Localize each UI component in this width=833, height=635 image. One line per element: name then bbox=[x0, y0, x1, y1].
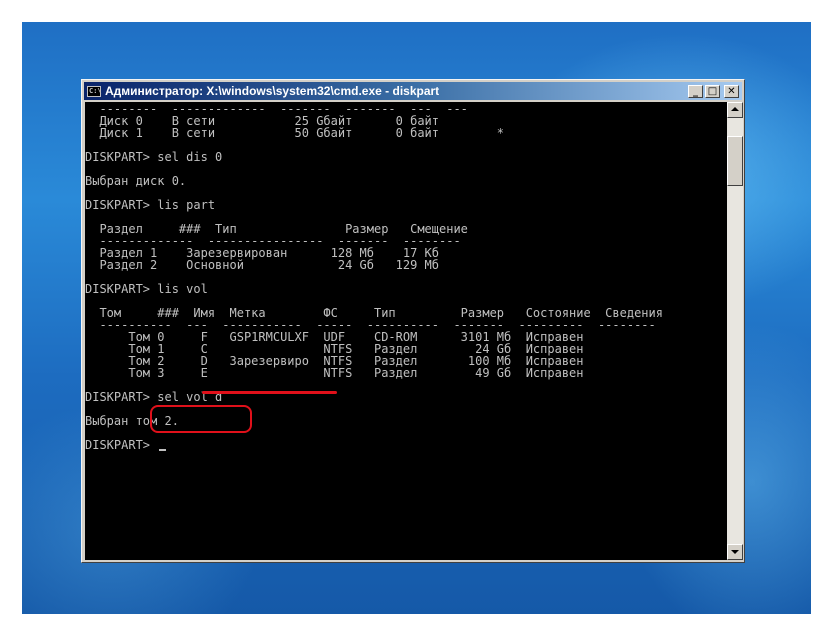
highlight-underline bbox=[202, 391, 337, 394]
highlight-box bbox=[150, 405, 252, 433]
console-line: DISKPART> lis vol bbox=[85, 282, 208, 296]
console-output[interactable]: -------- ------------- ------- ------- -… bbox=[85, 102, 727, 560]
minimize-button[interactable]: _ bbox=[688, 84, 703, 98]
console-line: Раздел 2 Основной 24 Gб 129 Мб bbox=[85, 258, 440, 272]
console-line: DISKPART> sel dis 0 bbox=[85, 150, 223, 164]
text-cursor bbox=[159, 449, 166, 451]
console-line: Том 3 E NTFS Раздел 49 Gб Исправен bbox=[85, 366, 584, 380]
console-app-icon[interactable]: C:\ bbox=[87, 85, 102, 97]
scroll-up-button[interactable] bbox=[727, 102, 743, 118]
close-button[interactable]: ✕ bbox=[724, 84, 739, 98]
cmd-window[interactable]: C:\ Администратор: X:\windows\system32\c… bbox=[81, 79, 745, 563]
console-line: Диск 1 В сети 50 Gбайт 0 байт * bbox=[85, 126, 505, 140]
title-bar[interactable]: C:\ Администратор: X:\windows\system32\c… bbox=[84, 82, 742, 100]
scroll-down-button[interactable] bbox=[727, 544, 743, 560]
maximize-button[interactable]: □ bbox=[705, 84, 720, 98]
arrow-down-icon bbox=[731, 550, 739, 554]
console-line: Выбран диск 0. bbox=[85, 174, 187, 188]
console-line: DISKPART> lis part bbox=[85, 198, 216, 212]
scroll-thumb[interactable] bbox=[727, 136, 743, 186]
arrow-up-icon bbox=[731, 107, 739, 111]
console-prompt-line: DISKPART> bbox=[85, 438, 158, 452]
vertical-scrollbar[interactable] bbox=[727, 102, 743, 560]
window-title: Администратор: X:\windows\system32\cmd.e… bbox=[105, 84, 440, 98]
